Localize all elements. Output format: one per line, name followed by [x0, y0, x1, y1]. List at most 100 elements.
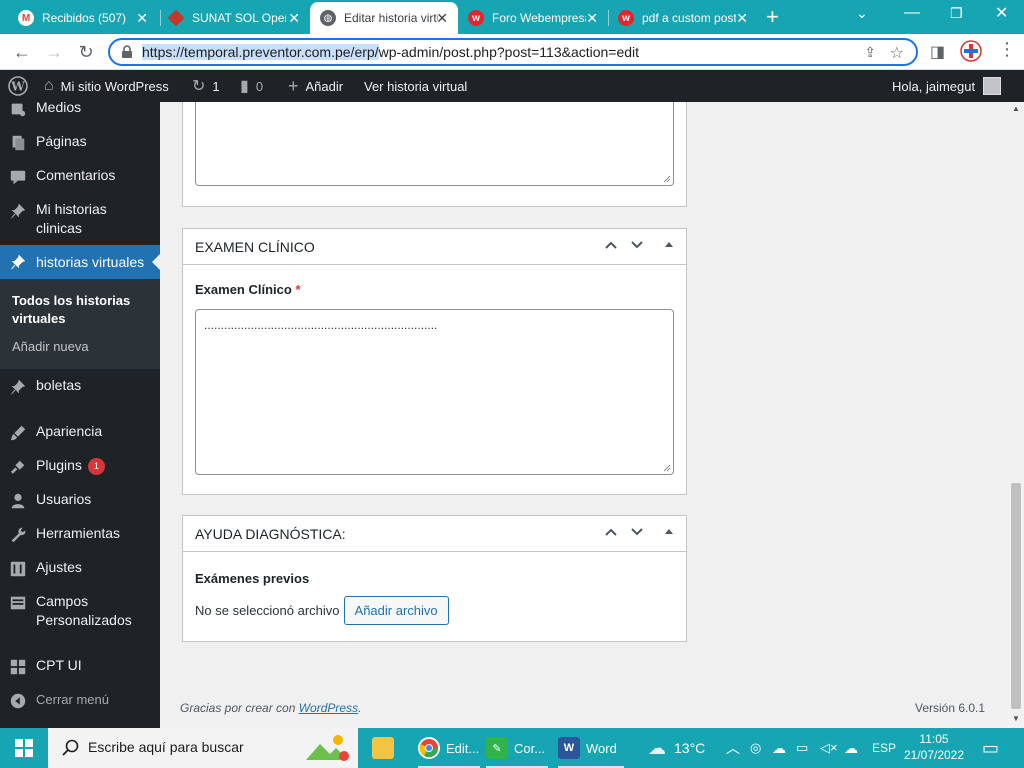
sidebar-item-my-histories[interactable]: Mi historias clinicas [0, 200, 160, 238]
close-icon[interactable]: ✕ [136, 10, 148, 26]
submenu-item-all[interactable]: Todos los historias virtuales [12, 292, 142, 328]
wordpress-link[interactable]: WordPress [299, 701, 358, 715]
weather-widget[interactable]: ☁ 13°C [648, 728, 705, 768]
move-up-icon[interactable] [603, 524, 619, 543]
sidebar-item-label: Medios [36, 102, 82, 115]
submenu-item-add-new[interactable]: Añadir nueva [12, 338, 89, 356]
admin-bar-updates[interactable]: ↻ 1 [192, 70, 220, 102]
close-icon[interactable]: ✕ [436, 10, 448, 26]
close-icon[interactable]: ✕ [288, 10, 300, 26]
sidebar-item-settings[interactable]: Ajustes [0, 558, 160, 578]
sidebar-item-media[interactable]: Medios [0, 102, 160, 118]
browser-tab-pdf[interactable]: w pdf a custom post ✕ [608, 2, 758, 34]
notification-icon[interactable]: ▭ [982, 728, 999, 768]
tray-language[interactable]: ESP [872, 728, 896, 768]
taskbar-file-explorer[interactable] [372, 728, 408, 768]
scroll-down-arrow-icon[interactable]: ▼ [1012, 714, 1020, 723]
tab-search-chevron-icon[interactable]: ⌄ [856, 5, 868, 22]
sidebar-item-plugins[interactable]: Plugins 1 [0, 456, 160, 476]
windows-start-icon[interactable] [0, 728, 48, 768]
move-up-icon[interactable] [603, 237, 619, 256]
admin-bar-comments[interactable]: ▮ 0 [240, 70, 263, 102]
close-icon[interactable]: ✕ [736, 10, 748, 26]
sidebar-item-label: boletas [36, 377, 82, 393]
restore-icon[interactable]: ❐ [950, 5, 963, 22]
browser-tab-editar[interactable]: ◍ Editar historia virtual ✕ [310, 2, 458, 34]
new-tab-plus-icon[interactable]: + [766, 6, 779, 28]
pin-icon [0, 200, 36, 220]
sidebar-item-pages[interactable]: Páginas [0, 132, 160, 152]
tray-onedrive-icon[interactable]: ☁ [772, 728, 786, 768]
extension-cross-icon[interactable] [960, 40, 982, 67]
sidebar-item-appearance[interactable]: Apariencia [0, 422, 160, 442]
sidepanel-icon[interactable]: ◨ [930, 42, 945, 62]
scroll-thumb[interactable] [1011, 483, 1021, 709]
move-down-icon[interactable] [629, 524, 645, 543]
weather-temp: 13°C [674, 740, 706, 756]
taskbar-app-chrome[interactable]: Edit... [418, 728, 480, 768]
admin-bar-site[interactable]: ⌂ Mi sitio WordPress [44, 70, 169, 102]
admin-bar-new[interactable]: + Añadir [288, 70, 343, 102]
tray-volume-muted-icon[interactable]: ◁× [820, 728, 838, 768]
sidebar-item-virtual-histories[interactable]: historias virtuales [0, 245, 160, 279]
sidebar-item-boletas[interactable]: boletas [0, 376, 160, 396]
close-icon[interactable]: ✕ [586, 10, 598, 26]
tray-chevron-up-icon[interactable]: ︿ [726, 728, 740, 768]
chrome-icon [418, 737, 440, 759]
sidebar-item-tools[interactable]: Herramientas [0, 524, 160, 544]
tray-meet-icon[interactable]: ◎ [750, 728, 761, 768]
taskbar-clock[interactable]: 11:05 21/07/2022 [902, 731, 966, 763]
add-file-button[interactable]: Añadir archivo [343, 596, 449, 625]
label-line-2: virtuales [12, 311, 66, 326]
post-edit-content: EXAMEN CLÍNICO Examen Clínico * ........… [160, 102, 1008, 728]
minimize-icon[interactable]: — [904, 4, 920, 22]
sidebar-item-users[interactable]: Usuarios [0, 490, 160, 510]
sidebar-item-cpt-ui[interactable]: CPT UI [0, 656, 160, 676]
sidebar-item-label: Mi historias clinicas [36, 200, 156, 238]
sidebar-item-label: Plugins 1 [36, 456, 156, 475]
previous-textarea[interactable] [195, 102, 674, 186]
bookmark-star-icon[interactable]: ☆ [890, 43, 904, 63]
globe-icon: ◍ [320, 10, 336, 26]
browser-tab-sunat[interactable]: SUNAT SOL Operaciones ✕ [160, 2, 310, 34]
sidebar-item-label: CPT UI [36, 657, 82, 673]
sidebar-item-comments[interactable]: Comentarios [0, 166, 160, 186]
examenes-previos-label: Exámenes previos [195, 571, 310, 586]
reload-icon[interactable]: ↻ [74, 40, 98, 64]
scroll-up-arrow-icon[interactable]: ▲ [1012, 104, 1020, 113]
browser-tab-foro[interactable]: w Foro Webempresa ✕ [458, 2, 608, 34]
sidebar-item-label: historias virtuales [36, 253, 145, 270]
taskbar-app-word[interactable]: W Word [558, 728, 624, 768]
ayuda-diagnostica-box: AYUDA DIAGNÓSTICA: Exámenes previos No s… [182, 515, 687, 642]
move-down-icon[interactable] [629, 237, 645, 256]
browser-tab-gmail[interactable]: M Recibidos (507) ✕ [8, 2, 158, 34]
admin-bar-account[interactable]: Hola, jaimegut [892, 70, 1002, 102]
share-icon[interactable]: ⇪ [864, 44, 876, 61]
tab-title: Editar historia virtual [344, 11, 438, 25]
page-scrollbar[interactable]: ▲ ▼ [1008, 102, 1024, 728]
sunat-icon [167, 9, 185, 27]
back-arrow-icon[interactable]: ← [10, 40, 34, 64]
sidebar-item-custom-fields[interactable]: Campos Personalizados [0, 592, 160, 630]
tray-network-icon[interactable]: ▭ [796, 728, 808, 768]
sidebar-collapse-menu[interactable]: Cerrar menú [0, 690, 160, 710]
taskbar-app-corel[interactable]: ✎ Cor... [486, 728, 548, 768]
window-close-icon[interactable]: ✕ [995, 3, 1008, 23]
toggle-panel-icon[interactable] [661, 237, 677, 256]
wp-admin-bar: W ⌂ Mi sitio WordPress ↻ 1 ▮ 0 + Añadir … [0, 70, 1024, 102]
admin-bar-view-post[interactable]: Ver historia virtual [364, 70, 467, 102]
submenu-virtual-histories: Todos los historias virtuales Añadir nuev… [0, 279, 160, 369]
grid-icon [0, 656, 36, 676]
clock-time: 11:05 [919, 732, 949, 746]
wp-logo-icon[interactable]: W [8, 70, 28, 102]
address-bar[interactable]: https://temporal.preventor.com.pe/erp/wp… [108, 38, 918, 66]
toggle-panel-icon[interactable] [661, 524, 677, 543]
browser-toolbar: ← → ↻ https://temporal.preventor.com.pe/… [0, 34, 1024, 70]
taskbar-search-box[interactable]: Escribe aquí para buscar [48, 728, 358, 768]
forward-arrow-icon[interactable]: → [42, 40, 66, 64]
search-highlight-icon [306, 735, 349, 761]
label-text: Examen Clínico [195, 282, 292, 297]
examen-clinico-textarea[interactable]: ........................................… [195, 309, 674, 475]
tray-cloud-download-icon[interactable]: ☁ [844, 728, 858, 768]
menu-dots-icon[interactable]: ⋮ [998, 39, 1016, 60]
